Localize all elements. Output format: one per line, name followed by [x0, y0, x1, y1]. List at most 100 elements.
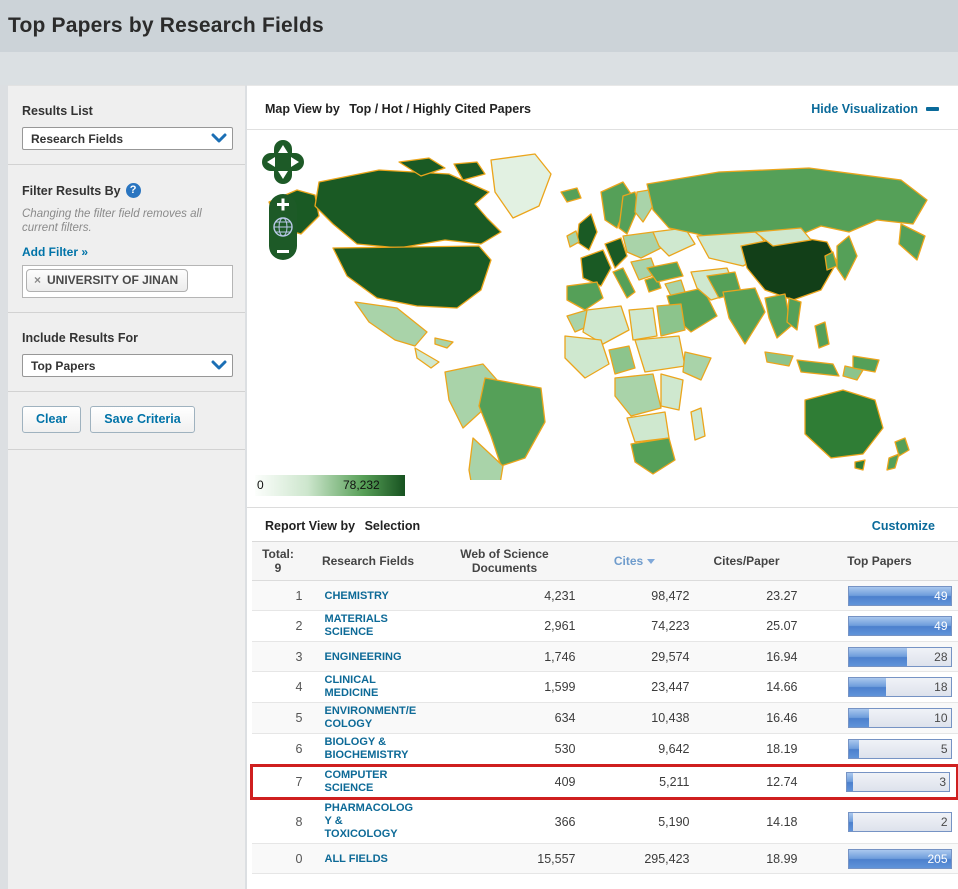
- sort-desc-icon: [647, 559, 655, 564]
- filter-tag-box: × UNIVERSITY OF JINAN: [22, 265, 233, 298]
- pan-control[interactable]: [262, 140, 304, 184]
- col-wos-documents[interactable]: Web of Science Documents: [432, 542, 578, 581]
- col-total: Total:9: [252, 542, 305, 581]
- country-spain[interactable]: [567, 282, 603, 310]
- report-view-title: Selection: [365, 519, 421, 533]
- hide-visualization-link[interactable]: Hide Visualization: [811, 102, 939, 116]
- results-list-label: Results List: [22, 104, 233, 118]
- top-papers-bar: 5: [848, 739, 952, 759]
- save-criteria-button[interactable]: Save Criteria: [90, 406, 194, 433]
- top-papers-value: 205: [927, 852, 947, 866]
- table-row: 5 ENVIRONMENT/E COLOGY 634 10,438 16.46 …: [252, 703, 958, 734]
- research-field-link[interactable]: ENGINEERING: [325, 651, 402, 664]
- country-uk[interactable]: [577, 214, 597, 250]
- main-panel: Map View by Top / Hot / Highly Cited Pap…: [247, 85, 958, 889]
- country-greenland[interactable]: [491, 154, 551, 218]
- row-rank: 3: [252, 642, 305, 672]
- research-field-link[interactable]: ALL FIELDS: [325, 853, 388, 866]
- row-cites: 29,574: [578, 642, 692, 672]
- row-cites-per-paper: 23.27: [692, 581, 802, 611]
- include-results-label: Include Results For: [22, 331, 233, 345]
- col-top-papers[interactable]: Top Papers: [802, 542, 958, 581]
- col-research-fields[interactable]: Research Fields: [305, 542, 432, 581]
- filter-tag[interactable]: × UNIVERSITY OF JINAN: [26, 269, 188, 292]
- report-view-by-label: Report View by: [265, 519, 355, 533]
- research-field-link[interactable]: COMPUTER SCIENCE: [325, 769, 388, 795]
- country-australia[interactable]: [805, 390, 883, 458]
- filter-section: Filter Results By ? Changing the filter …: [8, 165, 245, 312]
- row-field-cell: ENGINEERING: [305, 642, 432, 672]
- row-cites: 295,423: [578, 844, 692, 874]
- report-section-header: Report View by Selection Customize: [247, 508, 958, 541]
- include-results-select[interactable]: Top Papers: [22, 354, 233, 377]
- row-top-papers-cell: 2: [802, 799, 958, 844]
- top-papers-bar: 205: [848, 849, 952, 869]
- col-cites-per-paper[interactable]: Cites/Paper: [692, 542, 802, 581]
- row-docs: 366: [432, 799, 578, 844]
- research-field-link[interactable]: ENVIRONMENT/E COLOGY: [325, 705, 417, 731]
- col-cites[interactable]: Cites: [578, 542, 692, 581]
- map-view-by-label: Map View by: [265, 102, 340, 116]
- row-rank: 0: [252, 844, 305, 874]
- research-field-link[interactable]: CHEMISTRY: [325, 590, 389, 603]
- zoom-out-icon[interactable]: [277, 250, 289, 253]
- country-japan[interactable]: [837, 236, 857, 280]
- map-view-title: Top / Hot / Highly Cited Papers: [349, 102, 531, 116]
- row-cites-per-paper: 16.94: [692, 642, 802, 672]
- table-row: 6 BIOLOGY & BIOCHEMISTRY 530 9,642 18.19…: [252, 734, 958, 766]
- research-field-link[interactable]: CLINICAL MEDICINE: [325, 674, 379, 700]
- row-field-cell: MATERIALS SCIENCE: [305, 611, 432, 642]
- results-list-select[interactable]: Research Fields: [22, 127, 233, 150]
- top-papers-value: 49: [934, 589, 947, 603]
- research-field-link[interactable]: MATERIALS SCIENCE: [325, 613, 388, 639]
- top-papers-bar-fill: [849, 709, 869, 727]
- table-row: 8 PHARMACOLOG Y & TOXICOLOGY 366 5,190 1…: [252, 799, 958, 844]
- country-south-africa[interactable]: [631, 438, 675, 474]
- table-row: 3 ENGINEERING 1,746 29,574 16.94 28: [252, 642, 958, 672]
- research-field-link[interactable]: BIOLOGY & BIOCHEMISTRY: [325, 736, 409, 762]
- row-field-cell: CLINICAL MEDICINE: [305, 672, 432, 703]
- country-new-zealand[interactable]: [895, 438, 909, 456]
- row-docs: 1,746: [432, 642, 578, 672]
- sidebar-divider: [8, 449, 245, 450]
- include-results-section: Include Results For Top Papers: [8, 313, 245, 391]
- row-top-papers-cell: 3: [802, 766, 958, 799]
- row-cites-per-paper: 12.74: [692, 766, 802, 799]
- legend-max: 78,232: [343, 478, 380, 492]
- top-papers-bar: 2: [848, 812, 952, 832]
- add-filter-link[interactable]: Add Filter »: [22, 245, 88, 259]
- research-field-link[interactable]: PHARMACOLOG Y & TOXICOLOGY: [325, 802, 414, 841]
- country-indonesia[interactable]: [797, 360, 839, 376]
- row-cites: 5,211: [578, 766, 692, 799]
- top-papers-bar-fill: [849, 813, 853, 831]
- country-mexico[interactable]: [355, 302, 427, 346]
- remove-filter-icon[interactable]: ×: [34, 273, 41, 287]
- country-madagascar[interactable]: [691, 408, 705, 440]
- world-map[interactable]: [249, 140, 957, 480]
- map-area: 0 78,232: [247, 130, 958, 507]
- zoom-control[interactable]: [269, 194, 297, 260]
- country-usa[interactable]: [333, 246, 491, 308]
- row-docs: 530: [432, 734, 578, 766]
- sidebar: Results List Research Fields Filter Resu…: [8, 85, 245, 889]
- top-papers-bar: 49: [848, 616, 952, 636]
- row-rank: 8: [252, 799, 305, 844]
- country-italy[interactable]: [613, 268, 635, 298]
- country-nigeria[interactable]: [609, 346, 635, 374]
- row-rank: 6: [252, 734, 305, 766]
- country-egypt[interactable]: [657, 304, 685, 336]
- help-icon[interactable]: ?: [126, 183, 141, 198]
- row-cites: 10,438: [578, 703, 692, 734]
- report-table-body: 1 CHEMISTRY 4,231 98,472 23.27 49 2 MATE…: [252, 581, 958, 874]
- clear-button[interactable]: Clear: [22, 406, 81, 433]
- country-canada[interactable]: [315, 170, 501, 248]
- legend-min: 0: [257, 478, 264, 492]
- top-papers-bar: 28: [848, 647, 952, 667]
- row-docs: 15,557: [432, 844, 578, 874]
- customize-link[interactable]: Customize: [872, 519, 935, 533]
- row-cites: 9,642: [578, 734, 692, 766]
- country-france[interactable]: [581, 250, 611, 286]
- map-section-header: Map View by Top / Hot / Highly Cited Pap…: [247, 86, 958, 130]
- row-cites: 74,223: [578, 611, 692, 642]
- country-india[interactable]: [723, 288, 765, 344]
